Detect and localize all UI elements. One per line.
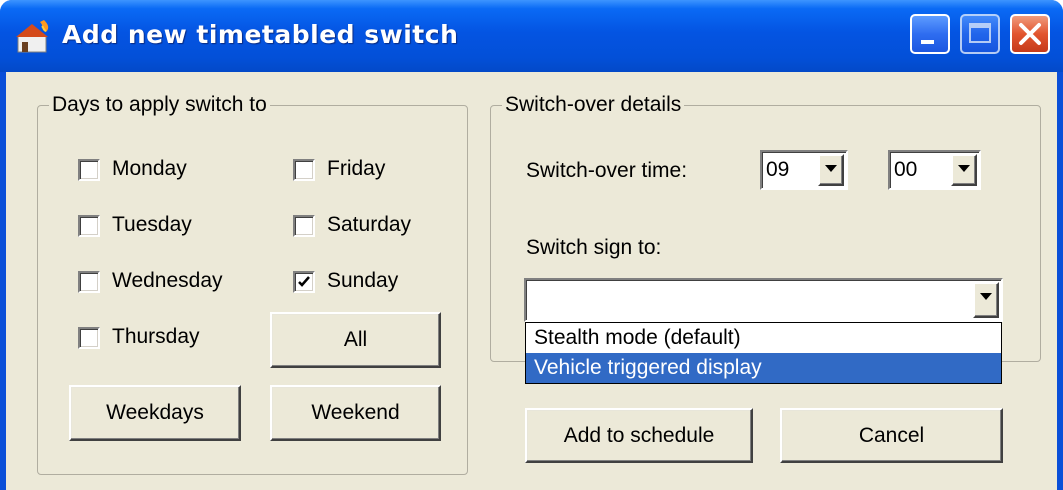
monday-label: Monday	[112, 157, 187, 180]
minute-value: 00	[894, 158, 918, 181]
sign-option-vehicle-triggered[interactable]: Vehicle triggered display	[526, 353, 1001, 383]
thursday-checkbox[interactable]	[78, 327, 100, 349]
chevron-down-icon	[958, 165, 970, 172]
dialog-window: Add new timetabled switch Days to apply …	[0, 0, 1063, 490]
minute-dropdown-button[interactable]	[951, 154, 977, 186]
monday-checkbox[interactable]	[78, 159, 100, 181]
sign-dropdown-list: Stealth mode (default) Vehicle triggered…	[525, 322, 1002, 384]
tuesday-label: Tuesday	[112, 213, 192, 236]
cancel-button[interactable]: Cancel	[780, 408, 1003, 463]
all-button[interactable]: All	[270, 312, 441, 368]
saturday-checkbox[interactable]	[293, 215, 315, 237]
close-icon	[1019, 23, 1041, 45]
add-to-schedule-button[interactable]: Add to schedule	[525, 408, 753, 463]
wednesday-label: Wednesday	[112, 269, 223, 292]
app-icon	[16, 20, 49, 53]
close-button[interactable]	[1010, 14, 1050, 54]
friday-checkbox[interactable]	[293, 159, 315, 181]
maximize-button[interactable]	[960, 14, 1000, 54]
hour-value: 09	[766, 158, 790, 181]
hour-select[interactable]: 09	[760, 150, 848, 190]
window-title: Add new timetabled switch	[62, 20, 459, 49]
weekend-button[interactable]: Weekend	[270, 385, 441, 441]
minimize-button[interactable]	[910, 14, 950, 54]
maximize-icon	[969, 23, 991, 43]
weekdays-button[interactable]: Weekdays	[69, 385, 241, 441]
minimize-icon	[921, 40, 934, 44]
sunday-checkbox[interactable]	[293, 271, 315, 293]
dialog-client-area: Days to apply switch to Monday Tuesday W…	[6, 72, 1057, 490]
switch-over-time-label: Switch-over time:	[526, 159, 688, 182]
checkmark-icon	[298, 276, 310, 287]
switch-sign-to-label: Switch sign to:	[526, 236, 662, 259]
chevron-down-icon	[825, 165, 837, 172]
hour-dropdown-button[interactable]	[818, 154, 844, 186]
title-bar[interactable]: Add new timetabled switch	[0, 0, 1063, 72]
minute-select[interactable]: 00	[888, 150, 981, 190]
days-group-label: Days to apply switch to	[49, 94, 270, 116]
saturday-label: Saturday	[327, 213, 412, 236]
tuesday-checkbox[interactable]	[78, 215, 100, 237]
sign-select[interactable]	[524, 278, 1003, 322]
details-group-label: Switch-over details	[502, 94, 685, 116]
sign-option-stealth[interactable]: Stealth mode (default)	[526, 323, 1001, 353]
thursday-label: Thursday	[112, 325, 200, 348]
chevron-down-icon	[980, 293, 992, 300]
wednesday-checkbox[interactable]	[78, 271, 100, 293]
sign-dropdown-button[interactable]	[973, 282, 999, 318]
sunday-label: Sunday	[327, 269, 399, 292]
friday-label: Friday	[327, 157, 386, 180]
